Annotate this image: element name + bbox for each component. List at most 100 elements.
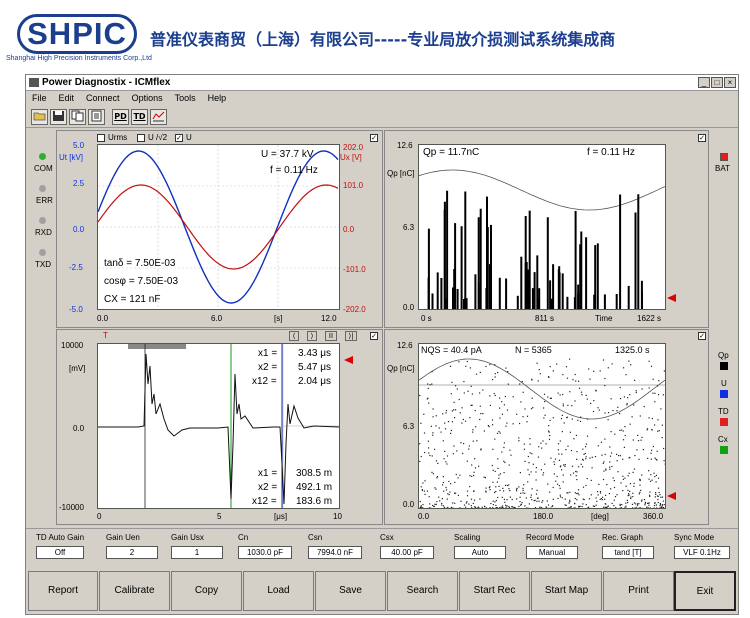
prpd-panel-enable[interactable]: ✓	[698, 332, 706, 340]
urms-checkbox[interactable]	[97, 134, 105, 142]
prpd-dot	[630, 497, 632, 500]
prpd-dot	[567, 507, 569, 508]
prpd-dot	[524, 492, 526, 494]
save-disk-icon[interactable]	[50, 109, 67, 125]
prpd-dot	[604, 377, 606, 380]
td-mode-button[interactable]: TD	[131, 109, 148, 125]
cx-readout: CX = 121 nF	[104, 294, 161, 305]
copy-button[interactable]: Copy	[171, 571, 242, 611]
prpd-dot	[569, 499, 571, 501]
prpd-dot	[648, 470, 650, 472]
prpd-tick: 6.3	[403, 422, 415, 431]
prpd-dot	[582, 503, 584, 505]
nav-prev-button[interactable]: ⟨	[289, 331, 299, 341]
prpd-dot	[463, 443, 465, 445]
exit-button[interactable]: Exit	[674, 571, 736, 611]
save-button[interactable]: Save	[315, 571, 386, 611]
copy-icon[interactable]	[69, 109, 86, 125]
menu-file[interactable]: File	[32, 93, 47, 103]
nav-next-button[interactable]: ⟩	[307, 331, 317, 341]
voltage-panel-enable[interactable]: ✓	[370, 134, 378, 142]
pd-mode-button[interactable]: PD	[112, 109, 129, 125]
nav-end-button[interactable]: ⟩|	[345, 331, 357, 341]
gain-usx-value[interactable]: 1	[171, 546, 223, 559]
prpd-dot	[426, 490, 428, 492]
prpd-dot	[508, 488, 510, 490]
menu-connect[interactable]: Connect	[86, 93, 120, 103]
menu-help[interactable]: Help	[208, 93, 227, 103]
prpd-dot	[474, 458, 476, 460]
sync-mode-value[interactable]: VLF 0.1Hz	[674, 546, 730, 559]
prpd-dot	[557, 443, 560, 445]
start-rec-button[interactable]: Start Rec	[459, 571, 530, 611]
signal-td-swatch[interactable]	[720, 418, 728, 426]
x1-label: x1 =	[258, 348, 278, 359]
td-auto-gain-value[interactable]: Off	[36, 546, 84, 559]
pulse-level-marker[interactable]	[344, 356, 353, 364]
menu-options[interactable]: Options	[132, 93, 163, 103]
prpd-dot	[469, 475, 471, 477]
signal-qp-swatch[interactable]	[720, 362, 728, 370]
minimize-button[interactable]: _	[698, 77, 710, 88]
prpd-dot	[639, 484, 641, 486]
prpd-dot	[532, 407, 534, 409]
ux-tick: -101.0	[343, 265, 366, 274]
csx-value[interactable]: 40.00 pF	[380, 546, 434, 559]
open-folder-icon[interactable]	[31, 109, 48, 125]
pulse-panel-enable[interactable]: ✓	[370, 332, 378, 340]
maximize-button[interactable]: □	[711, 77, 723, 88]
list-icon[interactable]	[88, 109, 105, 125]
prpd-dot	[617, 471, 619, 473]
calibrate-button[interactable]: Calibrate	[99, 571, 170, 611]
record-mode-value[interactable]: Manual	[526, 546, 578, 559]
scaling-value[interactable]: Auto	[454, 546, 506, 559]
load-button[interactable]: Load	[243, 571, 314, 611]
prpd-dot	[575, 470, 577, 473]
cn-value[interactable]: 1030.0 pF	[238, 546, 292, 559]
prpd-dot	[621, 504, 623, 506]
deg-tick: 0.0	[418, 512, 430, 521]
prpd-dot	[629, 490, 631, 492]
prpd-dot	[607, 367, 609, 369]
start-map-button[interactable]: Start Map	[531, 571, 602, 611]
rec-graph-value[interactable]: tand [T]	[602, 546, 654, 559]
prpd-dot	[436, 501, 438, 503]
err-led	[39, 185, 46, 192]
prpd-dot	[625, 502, 627, 504]
menu-tools[interactable]: Tools	[175, 93, 196, 103]
prpd-dot	[561, 453, 563, 455]
prpd-dot	[596, 491, 599, 493]
prpd-dot	[432, 504, 434, 507]
scale-icon[interactable]	[150, 109, 167, 125]
qp-time-enable[interactable]: ✓	[698, 134, 706, 142]
prpd-dot	[599, 492, 602, 494]
prpd-dot	[461, 407, 463, 409]
prpd-dot	[575, 475, 577, 477]
prpd-dot	[547, 504, 550, 506]
prpd-dot	[505, 367, 507, 369]
signal-u-swatch[interactable]	[720, 390, 728, 398]
prpd-dot	[468, 445, 470, 447]
usqrt2-checkbox[interactable]	[137, 134, 145, 142]
prpd-dot	[465, 506, 467, 508]
gain-uen-value[interactable]: 2	[106, 546, 158, 559]
prpd-dot	[657, 487, 660, 489]
search-button[interactable]: Search	[387, 571, 458, 611]
prpd-dot	[519, 472, 521, 474]
prpd-dot	[578, 387, 581, 389]
report-button[interactable]: Report	[28, 571, 98, 611]
menu-edit[interactable]: Edit	[59, 93, 75, 103]
prpd-dot	[503, 442, 505, 444]
prpd-dot	[448, 494, 450, 496]
u-checkbox[interactable]: ✓	[175, 134, 183, 142]
qp-level-marker[interactable]	[667, 294, 676, 302]
csn-value[interactable]: 7994.0 nF	[308, 546, 362, 559]
signal-cx-swatch[interactable]	[720, 446, 728, 454]
print-button[interactable]: Print	[603, 571, 674, 611]
prpd-level-marker[interactable]	[667, 492, 676, 500]
prpd-dot	[632, 496, 634, 498]
prpd-dot	[627, 397, 629, 399]
close-button[interactable]: ×	[724, 77, 736, 88]
nav-pause-button[interactable]: II	[325, 331, 337, 341]
prpd-dot	[615, 507, 617, 508]
